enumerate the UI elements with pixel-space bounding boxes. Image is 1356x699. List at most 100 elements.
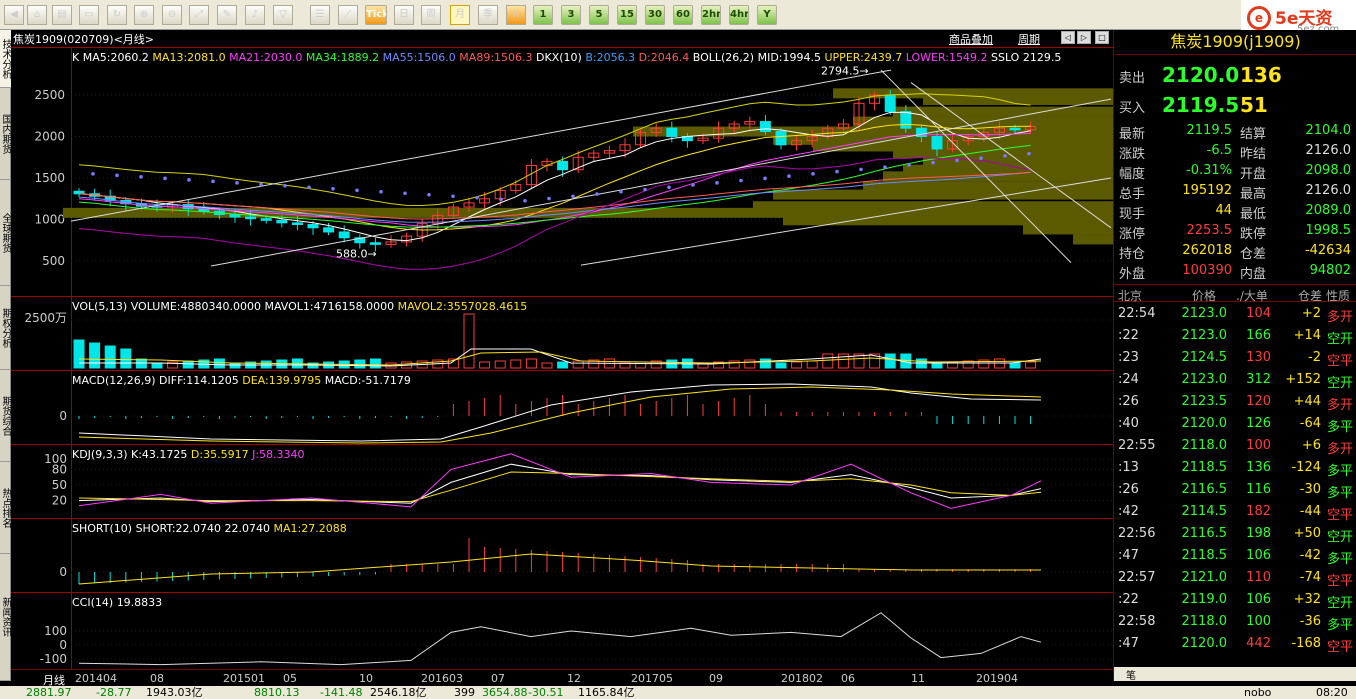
quote-stat-label: 幅度 xyxy=(1119,167,1146,182)
period-month-button[interactable]: 月 xyxy=(450,5,470,25)
volume-bar xyxy=(775,362,787,369)
status-item: 1165.84亿 xyxy=(578,686,635,699)
quote-stat-value: 2253.5 xyxy=(1186,223,1233,238)
period-60min-button[interactable]: 60 xyxy=(673,5,693,25)
status-bar: 2881.97 -28.77 1943.03亿 8810.13 -141.48 2546.… xyxy=(0,686,1356,699)
sar-dot xyxy=(283,184,287,188)
kdj-legend-values: K:43.1725 D:35.5917 J:58.3340 xyxy=(131,448,305,461)
short-legend: SHORT(10) SHORT:22.0740 22.0740 MA1:27.2… xyxy=(72,522,347,535)
table-icon[interactable]: ☰ xyxy=(310,5,330,25)
tick-time: :13 xyxy=(1118,460,1139,475)
tick-time: 22:57 xyxy=(1118,570,1156,585)
tick-type: 空平 xyxy=(1326,640,1353,655)
sar-dot xyxy=(931,160,935,165)
short-legend-values: SHORT:22.0740 22.0740 MA1:27.2088 xyxy=(136,522,347,535)
short-tick-label: 0 xyxy=(59,565,67,579)
scroll-right-button[interactable]: ▷ xyxy=(1077,31,1091,44)
cci-tick-label: 100 xyxy=(44,624,67,638)
period-tick-button[interactable]: Tick xyxy=(365,5,387,25)
refresh-icon[interactable]: ↻ xyxy=(107,5,127,25)
chart-header: 焦炭1909(020709)<月线> 商品叠加 周期 ◁ ▷ □ xyxy=(11,30,1113,47)
ma-legend-value: MA5:2060.2 xyxy=(82,51,149,64)
volume-profile-bar xyxy=(1073,234,1113,245)
sar-dot xyxy=(259,182,263,187)
tick-oi-change: -30 xyxy=(1299,482,1321,497)
period-4hr-button[interactable]: 4hr xyxy=(729,5,749,25)
screen-icon[interactable]: ▭ xyxy=(79,5,99,25)
period-week-button[interactable]: 周 xyxy=(421,5,441,25)
period-link[interactable]: 周期 xyxy=(1018,31,1040,47)
folder-icon[interactable]: ▤ xyxy=(52,5,72,25)
volume-bar xyxy=(494,360,506,369)
tick-time: :23 xyxy=(1118,350,1139,365)
ask-row: 卖出 2120.0 136 xyxy=(1114,62,1356,88)
period-day-button[interactable]: 日 xyxy=(394,5,414,25)
pen-icon[interactable]: ✎ xyxy=(217,5,237,25)
volume-bar xyxy=(151,362,163,369)
quote-stat-label: 最低 xyxy=(1240,207,1267,222)
period-15min-button[interactable]: 15 xyxy=(617,5,637,25)
period-30min-button[interactable]: 30 xyxy=(645,5,665,25)
x-axis-label: 06 xyxy=(841,672,855,685)
volume-bar xyxy=(89,342,101,369)
ma-legend-value: D:2046.4 xyxy=(635,51,690,64)
tick-type: 多平 xyxy=(1326,552,1353,567)
volume-bar xyxy=(182,360,194,369)
period-quarter-button[interactable]: 季 xyxy=(478,5,498,25)
tick-oi-change: +152 xyxy=(1285,372,1321,387)
status-item: -30.51 xyxy=(528,686,564,699)
left-tab-global-futures[interactable]: 全球期货 xyxy=(0,180,11,286)
left-tab-hot-ranking[interactable]: 热点排名 xyxy=(0,462,11,554)
left-tab-technical[interactable]: 技术分析 xyxy=(0,30,11,88)
period-1min-button[interactable]: 1 xyxy=(533,5,553,25)
tick-type: 空开 xyxy=(1326,530,1353,545)
home-icon[interactable]: ⌂ xyxy=(27,5,47,25)
volume-bar xyxy=(525,358,537,369)
panel-toggle-button[interactable]: □ xyxy=(1095,31,1109,44)
quote-footer-tab[interactable]: 笔 xyxy=(1126,667,1136,682)
candle-body xyxy=(775,131,787,146)
candle-body xyxy=(884,94,896,113)
tick-time: :22 xyxy=(1118,592,1139,607)
quote-stat-value: 44 xyxy=(1215,203,1232,218)
chart-area[interactable]: 25002000150010005002794.5→588.0→2500万010… xyxy=(11,47,1113,669)
bell-icon[interactable]: ♪ xyxy=(245,5,265,25)
tick-header-type: 性质 xyxy=(1326,289,1351,303)
tick-volume: 100 xyxy=(1246,614,1271,629)
left-tab-options[interactable]: 期权分析 xyxy=(0,286,11,370)
back-icon[interactable]: ◀ xyxy=(4,5,24,25)
left-tab-futures-overview[interactable]: 期货综合 xyxy=(0,370,11,462)
volume-bar xyxy=(884,353,896,369)
line-chart-icon[interactable]: ⟋ xyxy=(338,5,358,25)
x-axis-label: 201705 xyxy=(631,672,673,685)
tick-row: :42 2114.5 182 -44 空平 xyxy=(1114,504,1356,526)
period-2hr-button[interactable]: 2hr xyxy=(701,5,721,25)
cci-legend: CCI(14) 19.8833 xyxy=(72,596,162,609)
candle-body xyxy=(369,242,381,245)
cci-legend-values: 19.8833 xyxy=(117,596,163,609)
left-tab-domestic-futures[interactable]: 国内期货 xyxy=(0,88,11,180)
period-x-button[interactable]: X xyxy=(506,5,526,25)
zoom-in-icon[interactable]: ⊕ xyxy=(134,5,154,25)
tick-row: 22:57 2121.0 110 -74 空平 xyxy=(1114,570,1356,592)
quote-stat-label: 内盘 xyxy=(1240,267,1267,282)
sar-dot xyxy=(91,172,95,176)
fullscreen-icon[interactable]: ⤢ xyxy=(189,5,209,25)
kdj-d-line xyxy=(78,471,1042,503)
scroll-left-button[interactable]: ◁ xyxy=(1061,31,1075,44)
zoom-out-icon[interactable]: ⊖ xyxy=(162,5,182,25)
sar-dot xyxy=(187,178,191,182)
overlay-commodity-link[interactable]: 商品叠加 xyxy=(949,31,993,47)
funnel-icon[interactable]: ▽ xyxy=(273,5,293,25)
tick-time: :42 xyxy=(1118,504,1139,519)
tick-type: 多平 xyxy=(1326,464,1353,479)
sar-dot xyxy=(787,174,791,178)
period-3min-button[interactable]: 3 xyxy=(561,5,581,25)
period-y-button[interactable]: Y xyxy=(757,5,777,25)
period-5min-button[interactable]: 5 xyxy=(589,5,609,25)
left-tab-news[interactable]: 新闻资讯 xyxy=(0,554,11,681)
tick-price: 2118.5 xyxy=(1181,460,1228,475)
tick-row: 22:58 2118.0 100 -36 多平 xyxy=(1114,614,1356,636)
tick-time: :22 xyxy=(1118,328,1139,343)
volume-bar xyxy=(213,358,225,369)
